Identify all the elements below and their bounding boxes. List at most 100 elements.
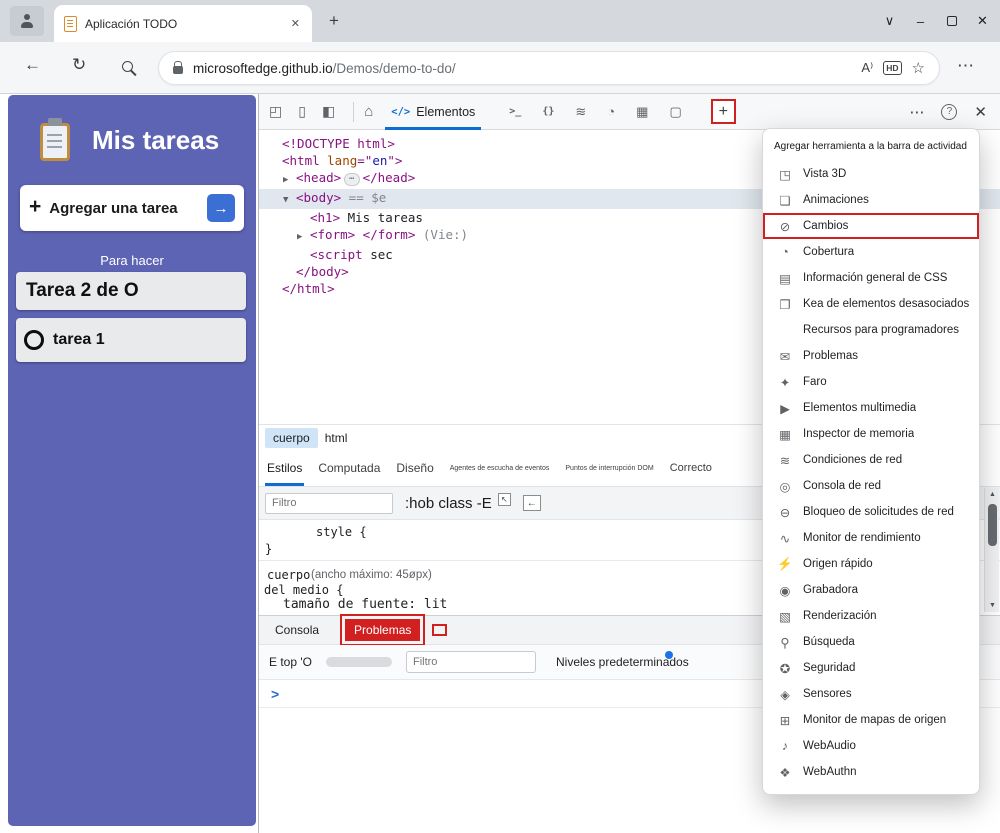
read-aloud-icon[interactable]: A⁾	[861, 60, 873, 76]
console-icon[interactable]: >_	[509, 106, 521, 117]
tab-close-icon[interactable]: ✕	[289, 15, 302, 32]
menu-item-label: Consola de red	[803, 480, 881, 492]
styles-pane-tab[interactable]: Puntos de interrupción DOM	[565, 465, 653, 472]
home-icon[interactable]: ⌂	[364, 103, 373, 120]
submit-arrow-icon[interactable]: →	[207, 194, 235, 222]
favorite-star-icon[interactable]: ☆	[912, 59, 925, 77]
task-label: tarea 1	[53, 331, 105, 349]
memory-icon[interactable]: ▦	[636, 104, 648, 120]
dock-side-icon[interactable]: ◧	[322, 103, 335, 120]
console-filter-input[interactable]	[406, 651, 536, 673]
close-button[interactable]: ✕	[967, 0, 998, 42]
inspect-icon[interactable]: ◰	[269, 103, 282, 120]
menu-item-changes[interactable]: ⊘Cambios	[763, 213, 979, 239]
profile-button[interactable]	[10, 6, 44, 36]
menu-item-quick-source[interactable]: ⚡Origen rápido	[763, 551, 979, 577]
code-segment: <script	[310, 247, 363, 262]
style-toolbar-text[interactable]: :hob class -E	[405, 495, 492, 512]
style-rule-line[interactable]: del medio {	[264, 583, 343, 597]
performance-icon[interactable]: ◔	[607, 104, 615, 119]
url-text[interactable]: microsoftedge.github.io/Demos/demo-to-do…	[193, 61, 851, 76]
application-icon[interactable]: ▢	[669, 104, 681, 120]
minimize-button[interactable]: –	[905, 0, 936, 42]
styles-scrollbar[interactable]: ▲ ▼	[984, 488, 999, 612]
menu-item-issues[interactable]: ✉Problemas	[763, 343, 979, 369]
style-rule-line[interactable]: }	[265, 542, 272, 556]
menu-item-developer-resources[interactable]: Recursos para programadores	[763, 317, 979, 343]
menu-item-network-console[interactable]: ◎Consola de red	[763, 473, 979, 499]
tab-console[interactable]: Consola	[275, 623, 319, 637]
menu-item-recorder[interactable]: ◉Grabadora	[763, 577, 979, 603]
add-task-button[interactable]: + Agregar una tarea →	[20, 185, 244, 231]
chevron-down-icon[interactable]: ∨	[874, 0, 905, 42]
help-icon[interactable]: ?	[941, 104, 957, 120]
styles-filter-input[interactable]	[265, 493, 393, 514]
menu-item-webauthn[interactable]: ❖WebAuthn	[763, 759, 979, 785]
styles-pane-tab[interactable]: Agentes de escucha de eventos	[450, 465, 550, 472]
search-icon: ⚲	[777, 635, 793, 650]
menu-item-coverage[interactable]: ◔Cobertura	[763, 239, 979, 265]
devtools-close-icon[interactable]: ✕	[974, 103, 987, 121]
style-rule-line[interactable]: tamaño de fuente: lit	[283, 597, 447, 612]
style-rule-selector[interactable]: cuerpo	[267, 568, 310, 582]
more-tools-button[interactable]: +	[711, 99, 736, 124]
styles-pane-tab[interactable]: Estilos	[267, 461, 302, 475]
url-field[interactable]: microsoftedge.github.io/Demos/demo-to-do…	[158, 51, 940, 85]
search-icon[interactable]	[122, 61, 133, 72]
maximize-button[interactable]	[936, 0, 967, 42]
menu-item-css-overview[interactable]: ▤Información general de CSS	[763, 265, 979, 291]
menu-item-animations[interactable]: ❏Animaciones	[763, 187, 979, 213]
menu-item-network-request-blocking[interactable]: ⊖Bloqueo de solicitudes de red	[763, 499, 979, 525]
code-segment: Mis tareas	[340, 210, 423, 225]
styles-pane-tab[interactable]: Diseño	[396, 461, 433, 475]
hd-icon[interactable]: HD	[883, 61, 901, 75]
overflow-menu-icon[interactable]: ⋯	[909, 103, 924, 121]
tree-expand-arrow-icon[interactable]: ▶	[283, 172, 296, 189]
tab-issues[interactable]: Problemas	[345, 619, 420, 641]
tab-elements[interactable]: </> Elementos	[379, 94, 487, 130]
element-picker-mini-icon[interactable]: ↖	[498, 493, 511, 506]
refresh-button[interactable]: ↻	[72, 55, 86, 75]
menu-item-3d-view[interactable]: ◳Vista 3D	[763, 161, 979, 187]
menu-item-network-conditions[interactable]: ≋Condiciones de red	[763, 447, 979, 473]
menu-item-security[interactable]: ✪Seguridad	[763, 655, 979, 681]
breadcrumb-selected[interactable]: cuerpo	[265, 428, 318, 448]
browser-settings-icon[interactable]: ⋯	[957, 56, 974, 76]
network-icon[interactable]: ≋	[575, 104, 586, 120]
styles-pane-tab[interactable]: Computada	[318, 461, 380, 475]
menu-item-performance-monitor[interactable]: ∿Monitor de rendimiento	[763, 525, 979, 551]
task-item[interactable]: tarea 1	[16, 318, 246, 362]
menu-item-rendering[interactable]: ▧Renderización	[763, 603, 979, 629]
menu-item-memory-inspector[interactable]: ▦Inspector de memoria	[763, 421, 979, 447]
task-item[interactable]: Tarea 2 de O	[16, 272, 246, 310]
browser-tab[interactable]: Aplicación TODO ✕	[54, 5, 312, 42]
menu-item-webaudio[interactable]: ♪WebAudio	[763, 733, 979, 759]
styles-pane-tab[interactable]: Correcto	[670, 462, 712, 474]
log-levels-dropdown[interactable]: Niveles predeterminados	[556, 655, 689, 669]
lock-icon[interactable]	[173, 66, 183, 74]
frame-selector[interactable]: E top 'O	[269, 655, 312, 669]
scroll-down-icon[interactable]: ▼	[985, 602, 1000, 609]
todo-app-panel: Mis tareas + Agregar una tarea → Para ha…	[8, 95, 256, 826]
new-style-rule-icon[interactable]: ←	[523, 495, 541, 511]
new-tab-button[interactable]: +	[322, 9, 346, 33]
device-emulation-icon[interactable]: ▯	[298, 103, 306, 120]
sources-icon[interactable]: {}	[542, 106, 554, 117]
menu-item-lighthouse[interactable]: ✦Faro	[763, 369, 979, 395]
menu-item-sensors[interactable]: ◈Sensores	[763, 681, 979, 707]
breadcrumb-item[interactable]: html	[325, 431, 348, 445]
issues-badge-highlight	[432, 624, 447, 636]
frame-selector-bar[interactable]	[326, 657, 392, 667]
back-button[interactable]: ←	[24, 55, 41, 75]
scroll-up-icon[interactable]: ▲	[985, 491, 1000, 498]
style-rule-line[interactable]: style {	[316, 525, 367, 539]
tree-expand-arrow-icon[interactable]: ▼	[283, 192, 296, 209]
menu-item-media[interactable]: ▶Elementos multimedia	[763, 395, 979, 421]
task-checkbox[interactable]	[24, 330, 44, 350]
scrollbar-thumb[interactable]	[988, 504, 997, 546]
menu-item-search[interactable]: ⚲Búsqueda	[763, 629, 979, 655]
tree-expand-arrow-icon[interactable]: ▶	[297, 229, 310, 246]
menu-item-source-maps-monitor[interactable]: ⊞Monitor de mapas de origen	[763, 707, 979, 733]
menu-item-detached-elements[interactable]: ❐Kea de elementos desasociados	[763, 291, 979, 317]
media-query-note: (ancho máximo: 45øpx)	[311, 569, 432, 581]
